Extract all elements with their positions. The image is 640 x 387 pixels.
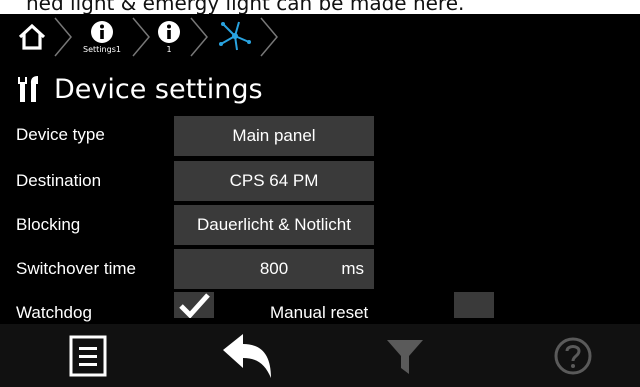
- breadcrumb-label: Settings1: [83, 45, 121, 54]
- manual-reset-checkbox[interactable]: [454, 292, 494, 318]
- switchover-time-field[interactable]: 800 ms: [174, 249, 374, 289]
- filter-button[interactable]: [380, 324, 430, 387]
- help-icon: [554, 337, 592, 374]
- filter-icon: [387, 339, 423, 374]
- page-title: Device settings: [54, 73, 263, 105]
- help-caption: ned light & emergy light can be made her…: [0, 0, 640, 14]
- blocking-field[interactable]: Dauerlicht & Notlicht: [174, 205, 374, 245]
- breadcrumb: Settings1 1: [0, 14, 640, 60]
- menu-icon: [69, 335, 107, 376]
- watchdog-checkbox[interactable]: [174, 292, 214, 318]
- watchdog-label: Watchdog: [16, 303, 92, 322]
- switchover-time-unit: ms: [341, 259, 364, 278]
- back-arrow-icon: [223, 333, 271, 378]
- destination-field[interactable]: CPS 64 PM: [174, 161, 374, 201]
- breadcrumb-settings1[interactable]: Settings1: [72, 14, 132, 60]
- switchover-time-value: 800: [259, 259, 289, 278]
- switchover-time-label: Switchover time: [16, 259, 136, 278]
- tools-icon: [18, 76, 38, 102]
- bottom-toolbar: [0, 324, 640, 387]
- chevron-right-icon: [132, 17, 150, 57]
- info-icon: [158, 21, 180, 43]
- breadcrumb-home[interactable]: [14, 14, 50, 60]
- home-icon: [18, 23, 46, 50]
- device-type-label: Device type: [16, 125, 105, 144]
- network-icon: [219, 21, 251, 51]
- destination-label: Destination: [16, 171, 102, 190]
- manual-reset-label: Manual reset: [270, 303, 369, 322]
- info-icon: [91, 21, 113, 43]
- page-header: Device settings: [0, 68, 640, 110]
- breadcrumb-network[interactable]: [210, 14, 260, 60]
- chevron-right-icon: [54, 17, 72, 57]
- device-type-field[interactable]: Main panel: [174, 116, 374, 156]
- help-button[interactable]: [548, 324, 598, 387]
- menu-button[interactable]: [60, 324, 116, 387]
- chevron-right-icon: [260, 17, 278, 57]
- breadcrumb-1[interactable]: 1: [152, 14, 186, 60]
- back-button[interactable]: [218, 324, 278, 387]
- blocking-label: Blocking: [16, 215, 81, 234]
- chevron-right-icon: [190, 17, 208, 57]
- checkmark-icon: [179, 293, 210, 318]
- breadcrumb-label: 1: [166, 45, 172, 54]
